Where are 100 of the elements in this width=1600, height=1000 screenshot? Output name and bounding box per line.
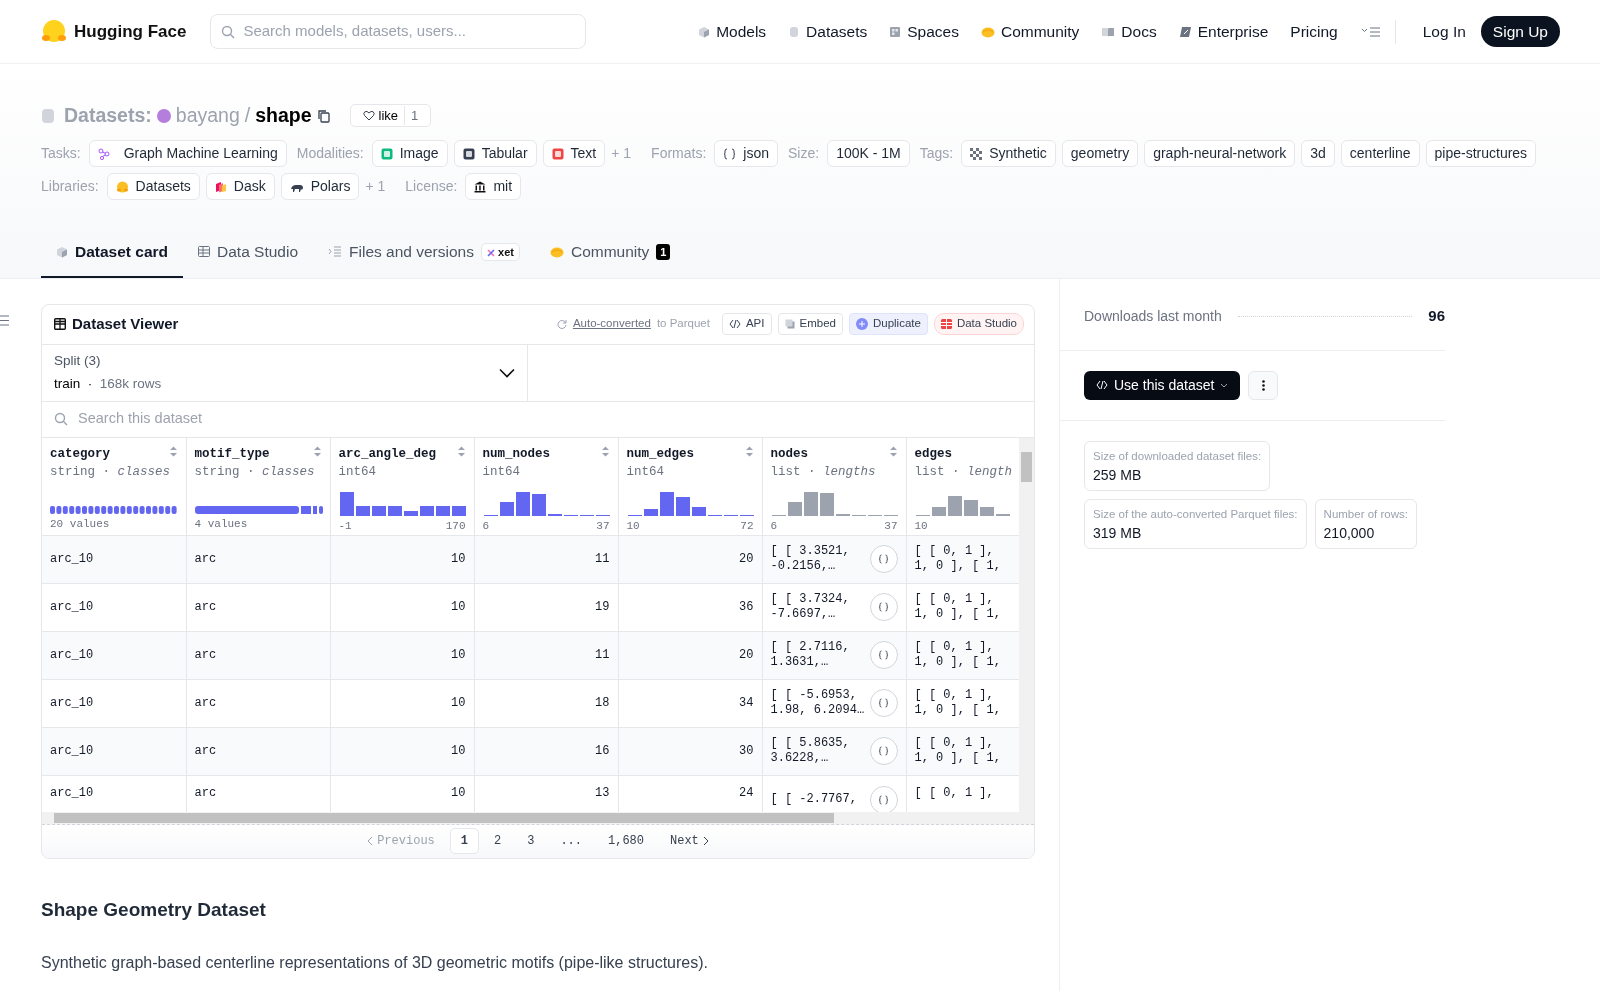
- horizontal-scrollbar[interactable]: [42, 811, 1019, 824]
- table-cell: 11: [474, 631, 618, 679]
- json-view-button[interactable]: [869, 737, 898, 765]
- sort-icon[interactable]: [456, 444, 466, 458]
- cube-icon: [56, 245, 68, 258]
- table-cell: 10: [330, 679, 474, 727]
- table-cell: [ [ 0, 1 ], 1, 0 ], [ 1,: [906, 535, 1019, 583]
- table-cell: arc: [186, 583, 330, 631]
- range-label: 170: [445, 519, 466, 534]
- search-field[interactable]: Search models, datasets, users...: [210, 14, 587, 49]
- emoji-icon: [115, 180, 129, 193]
- tag-chip[interactable]: geometry: [1061, 140, 1139, 168]
- tag-chip[interactable]: 100K - 1M: [827, 140, 910, 168]
- tag-chip[interactable]: json: [714, 140, 779, 168]
- column-type: string · classes: [50, 464, 172, 482]
- graph-icon: [97, 147, 110, 160]
- tag-chip[interactable]: Datasets: [106, 173, 200, 201]
- group-label: License:: [405, 177, 458, 197]
- json-view-button[interactable]: [869, 593, 898, 621]
- tag-chip[interactable]: Image: [371, 140, 448, 168]
- toolbar-button[interactable]: Duplicate: [848, 313, 928, 335]
- avatar-icon: [156, 108, 171, 123]
- toolbar-button[interactable]: Data Studio: [933, 313, 1024, 335]
- page-button[interactable]: 1,680: [597, 828, 655, 854]
- nav-link[interactable]: Spaces: [878, 19, 970, 44]
- sort-icon[interactable]: [888, 444, 898, 458]
- braces-icon: [878, 554, 889, 564]
- signup-button[interactable]: Sign Up: [1480, 15, 1560, 48]
- stat-label: Size of the auto-converted Parquet files:: [1093, 506, 1298, 522]
- tag-chip[interactable]: Tabular: [453, 140, 537, 168]
- range-label: 6: [770, 519, 778, 534]
- login-link[interactable]: Log In: [1411, 19, 1477, 44]
- json-view-button[interactable]: [869, 689, 898, 717]
- toc-icon[interactable]: [0, 315, 9, 327]
- dataset-name[interactable]: shape: [255, 101, 312, 131]
- braces-icon: [878, 650, 889, 660]
- cube-icon: [698, 25, 711, 38]
- page-button[interactable]: 3: [516, 828, 546, 854]
- nav-link[interactable]: Models: [687, 19, 778, 44]
- brand-name[interactable]: Hugging Face: [74, 18, 187, 45]
- tab[interactable]: Dataset card: [41, 230, 184, 278]
- tab[interactable]: Community 1: [534, 230, 686, 278]
- tag-chip[interactable]: graph-neural-network: [1144, 140, 1296, 168]
- sort-icon[interactable]: [600, 444, 610, 458]
- column-name: category: [50, 445, 111, 463]
- sort-icon[interactable]: [168, 444, 178, 458]
- tag-chip[interactable]: 3d: [1301, 140, 1335, 168]
- tag-chip[interactable]: pipe-structures: [1425, 140, 1537, 168]
- table-cell: arc: [186, 631, 330, 679]
- page-button[interactable]: 2: [483, 828, 513, 854]
- tag-chip[interactable]: Text: [542, 140, 606, 168]
- tab[interactable]: Data Studio: [183, 230, 314, 278]
- database-icon: [41, 107, 55, 124]
- page-button[interactable]: Next: [659, 828, 720, 854]
- tag-chip[interactable]: Graph Machine Learning: [88, 140, 287, 168]
- tag-chip[interactable]: centerline: [1340, 140, 1420, 168]
- tag-chip[interactable]: mit: [465, 173, 522, 201]
- converted-link[interactable]: Auto-converted: [572, 315, 651, 333]
- copy-icon[interactable]: [316, 108, 331, 123]
- stacked-shapes-icon: [214, 180, 227, 193]
- range-label: 10: [626, 519, 640, 534]
- like-button[interactable]: like 1: [349, 104, 432, 128]
- table-icon: [462, 147, 475, 160]
- json-view-button[interactable]: [869, 785, 898, 812]
- range-label: 37: [596, 519, 610, 534]
- group-label: Modalities:: [296, 144, 364, 164]
- nav-link[interactable]: Docs: [1090, 19, 1168, 44]
- nav-link[interactable]: Datasets: [777, 19, 879, 44]
- column-name: motif_type: [194, 445, 271, 463]
- table-cell: arc: [186, 727, 330, 775]
- tag-chip[interactable]: Synthetic: [961, 140, 1056, 168]
- stat-value: 259 MB: [1093, 465, 1143, 485]
- nav-link[interactable]: Enterprise: [1167, 19, 1280, 44]
- table-cell: arc_10: [42, 583, 186, 631]
- vertical-scrollbar[interactable]: [1019, 437, 1034, 824]
- menu-icon[interactable]: [1360, 24, 1381, 39]
- more-options-button[interactable]: [1248, 370, 1279, 400]
- like-count: 1: [404, 105, 425, 126]
- sort-icon[interactable]: [312, 444, 322, 458]
- nav-link[interactable]: Pricing: [1279, 19, 1349, 44]
- json-view-button[interactable]: [869, 641, 898, 669]
- tag-chip[interactable]: Polars: [280, 173, 360, 201]
- pages-icon: [784, 319, 795, 329]
- page-button[interactable]: 1: [449, 828, 479, 854]
- stat-label: Number of rows:: [1323, 506, 1408, 522]
- column-name: edges: [914, 445, 953, 463]
- group-label: Size:: [788, 144, 820, 164]
- tab[interactable]: Files and versions xet: [313, 230, 535, 278]
- nav-link[interactable]: Community: [969, 19, 1091, 44]
- toolbar-button[interactable]: API: [721, 313, 772, 335]
- toolbar-button[interactable]: Embed: [777, 313, 843, 335]
- chevron-left-icon: [367, 836, 374, 846]
- use-dataset-button[interactable]: Use this dataset: [1084, 370, 1241, 400]
- sort-icon[interactable]: [744, 444, 754, 458]
- breadcrumb-separator: /: [244, 103, 251, 128]
- table-cell: 34: [618, 679, 762, 727]
- tag-chip[interactable]: Dask: [205, 173, 275, 201]
- json-view-button[interactable]: [869, 545, 898, 573]
- stat-value: 210,000: [1323, 524, 1376, 543]
- table-cell: arc_10: [42, 631, 186, 679]
